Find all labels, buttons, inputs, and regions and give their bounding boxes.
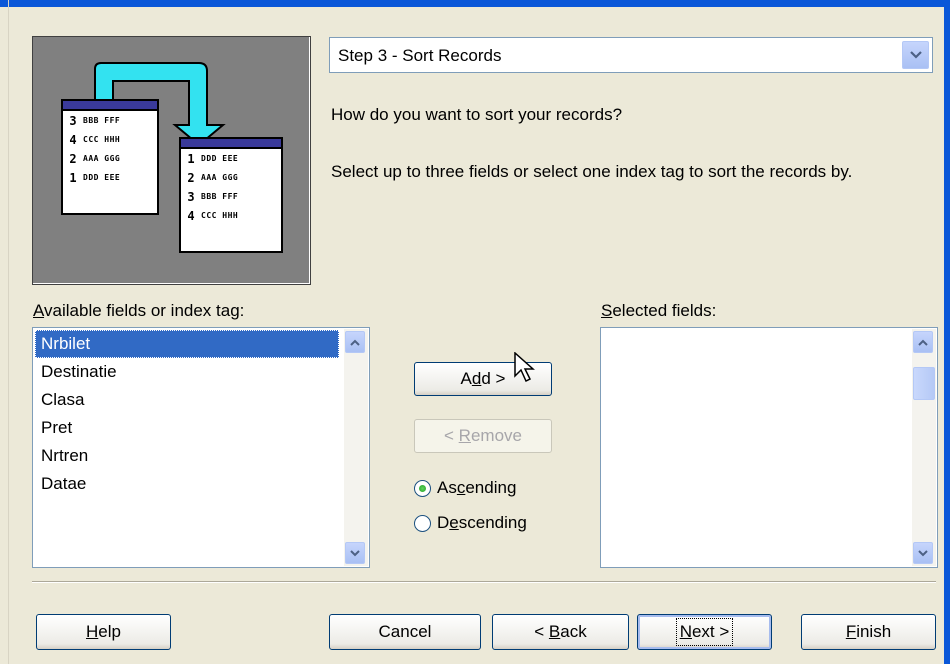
illustration-row-text: AAA GGG <box>201 173 239 182</box>
illustration-row-text: CCC HHH <box>201 211 239 220</box>
scroll-up-icon[interactable] <box>345 331 365 353</box>
step-combobox-value: Step 3 - Sort Records <box>338 46 502 65</box>
list-item[interactable]: Datae <box>35 470 339 498</box>
illustration-row: 4 CCC HHH <box>63 130 157 149</box>
illustration-row: 2 AAA GGG <box>63 149 157 168</box>
sort-question: How do you want to sort your records? <box>331 105 623 124</box>
illustration-row-number: 4 <box>69 132 77 147</box>
illustration-row: 3 BBB FFF <box>63 111 157 130</box>
ascending-label: Ascending <box>437 478 517 497</box>
illustration-row-text: BBB FFF <box>201 192 239 201</box>
available-fields-label: Available fields or index tag: <box>33 301 245 320</box>
sorted-table: 1 DDD EEE 2 AAA GGG 3 BBB FFF 4 CCC HHH <box>179 137 283 253</box>
back-button[interactable]: < Back <box>492 614 629 650</box>
radio-checked-icon <box>414 479 431 497</box>
available-fields-list[interactable]: Nrbilet Destinatie Clasa Pret Nrtren Datae <box>32 327 370 568</box>
illustration-row-number: 2 <box>187 170 195 185</box>
illustration-row: 3 BBB FFF <box>181 187 281 206</box>
window-right-border <box>944 0 950 664</box>
step-combobox[interactable]: Step 3 - Sort Records <box>329 37 933 73</box>
illustration-row-number: 4 <box>187 208 195 223</box>
scroll-up-icon[interactable] <box>913 331 933 353</box>
finish-button[interactable]: Finish <box>801 614 936 650</box>
illustration-row-text: DDD EEE <box>201 154 239 163</box>
illustration-row: 1 DDD EEE <box>181 149 281 168</box>
selected-scrollbar[interactable] <box>912 329 936 566</box>
sort-illustration: 3 BBB FFF 4 CCC HHH 2 AAA GGG 1 DDD EEE 1 DDD EE… <box>32 36 311 285</box>
cancel-button[interactable]: Cancel <box>329 614 481 650</box>
illustration-row-text: DDD EEE <box>83 173 121 182</box>
list-item[interactable]: Pret <box>35 414 339 442</box>
unsorted-table: 3 BBB FFF 4 CCC HHH 2 AAA GGG 1 DDD EEE <box>61 99 159 215</box>
descending-label: Descending <box>437 513 527 532</box>
illustration-row-number: 2 <box>69 151 77 166</box>
radio-unchecked-icon <box>414 514 431 532</box>
selected-fields-label: Selected fields: <box>601 301 717 320</box>
scroll-down-icon[interactable] <box>913 542 933 564</box>
remove-button[interactable]: < Remove <box>414 419 552 453</box>
illustration-row-number: 3 <box>69 113 77 128</box>
illustration-row-number: 1 <box>187 151 195 166</box>
help-button[interactable]: Help <box>36 614 171 650</box>
mouse-pointer-icon <box>514 352 535 383</box>
list-item[interactable]: Nrbilet <box>35 330 339 358</box>
list-item[interactable]: Clasa <box>35 386 339 414</box>
separator <box>32 581 936 583</box>
descending-radio[interactable]: Descending <box>414 513 527 533</box>
illustration-row: 4 CCC HHH <box>181 206 281 225</box>
selected-fields-list[interactable] <box>600 327 938 568</box>
chevron-down-icon[interactable] <box>902 41 929 69</box>
window-top-border <box>0 0 950 7</box>
illustration-row-text: AAA GGG <box>83 154 121 163</box>
sort-instruction: Select up to three fields or select one … <box>331 162 853 181</box>
list-item[interactable]: Nrtren <box>35 442 339 470</box>
window-left-edge <box>0 0 9 664</box>
illustration-row: 2 AAA GGG <box>181 168 281 187</box>
available-scrollbar[interactable] <box>344 329 368 566</box>
illustration-row-number: 3 <box>187 189 195 204</box>
scroll-thumb[interactable] <box>913 367 935 400</box>
illustration-row-number: 1 <box>69 170 77 185</box>
illustration-row-text: BBB FFF <box>83 116 121 125</box>
list-item[interactable]: Destinatie <box>35 358 339 386</box>
illustration-row-text: CCC HHH <box>83 135 121 144</box>
next-button[interactable]: Next > <box>637 614 772 650</box>
ascending-radio[interactable]: Ascending <box>414 478 516 498</box>
illustration-row: 1 DDD EEE <box>63 168 157 187</box>
scroll-down-icon[interactable] <box>345 542 365 564</box>
